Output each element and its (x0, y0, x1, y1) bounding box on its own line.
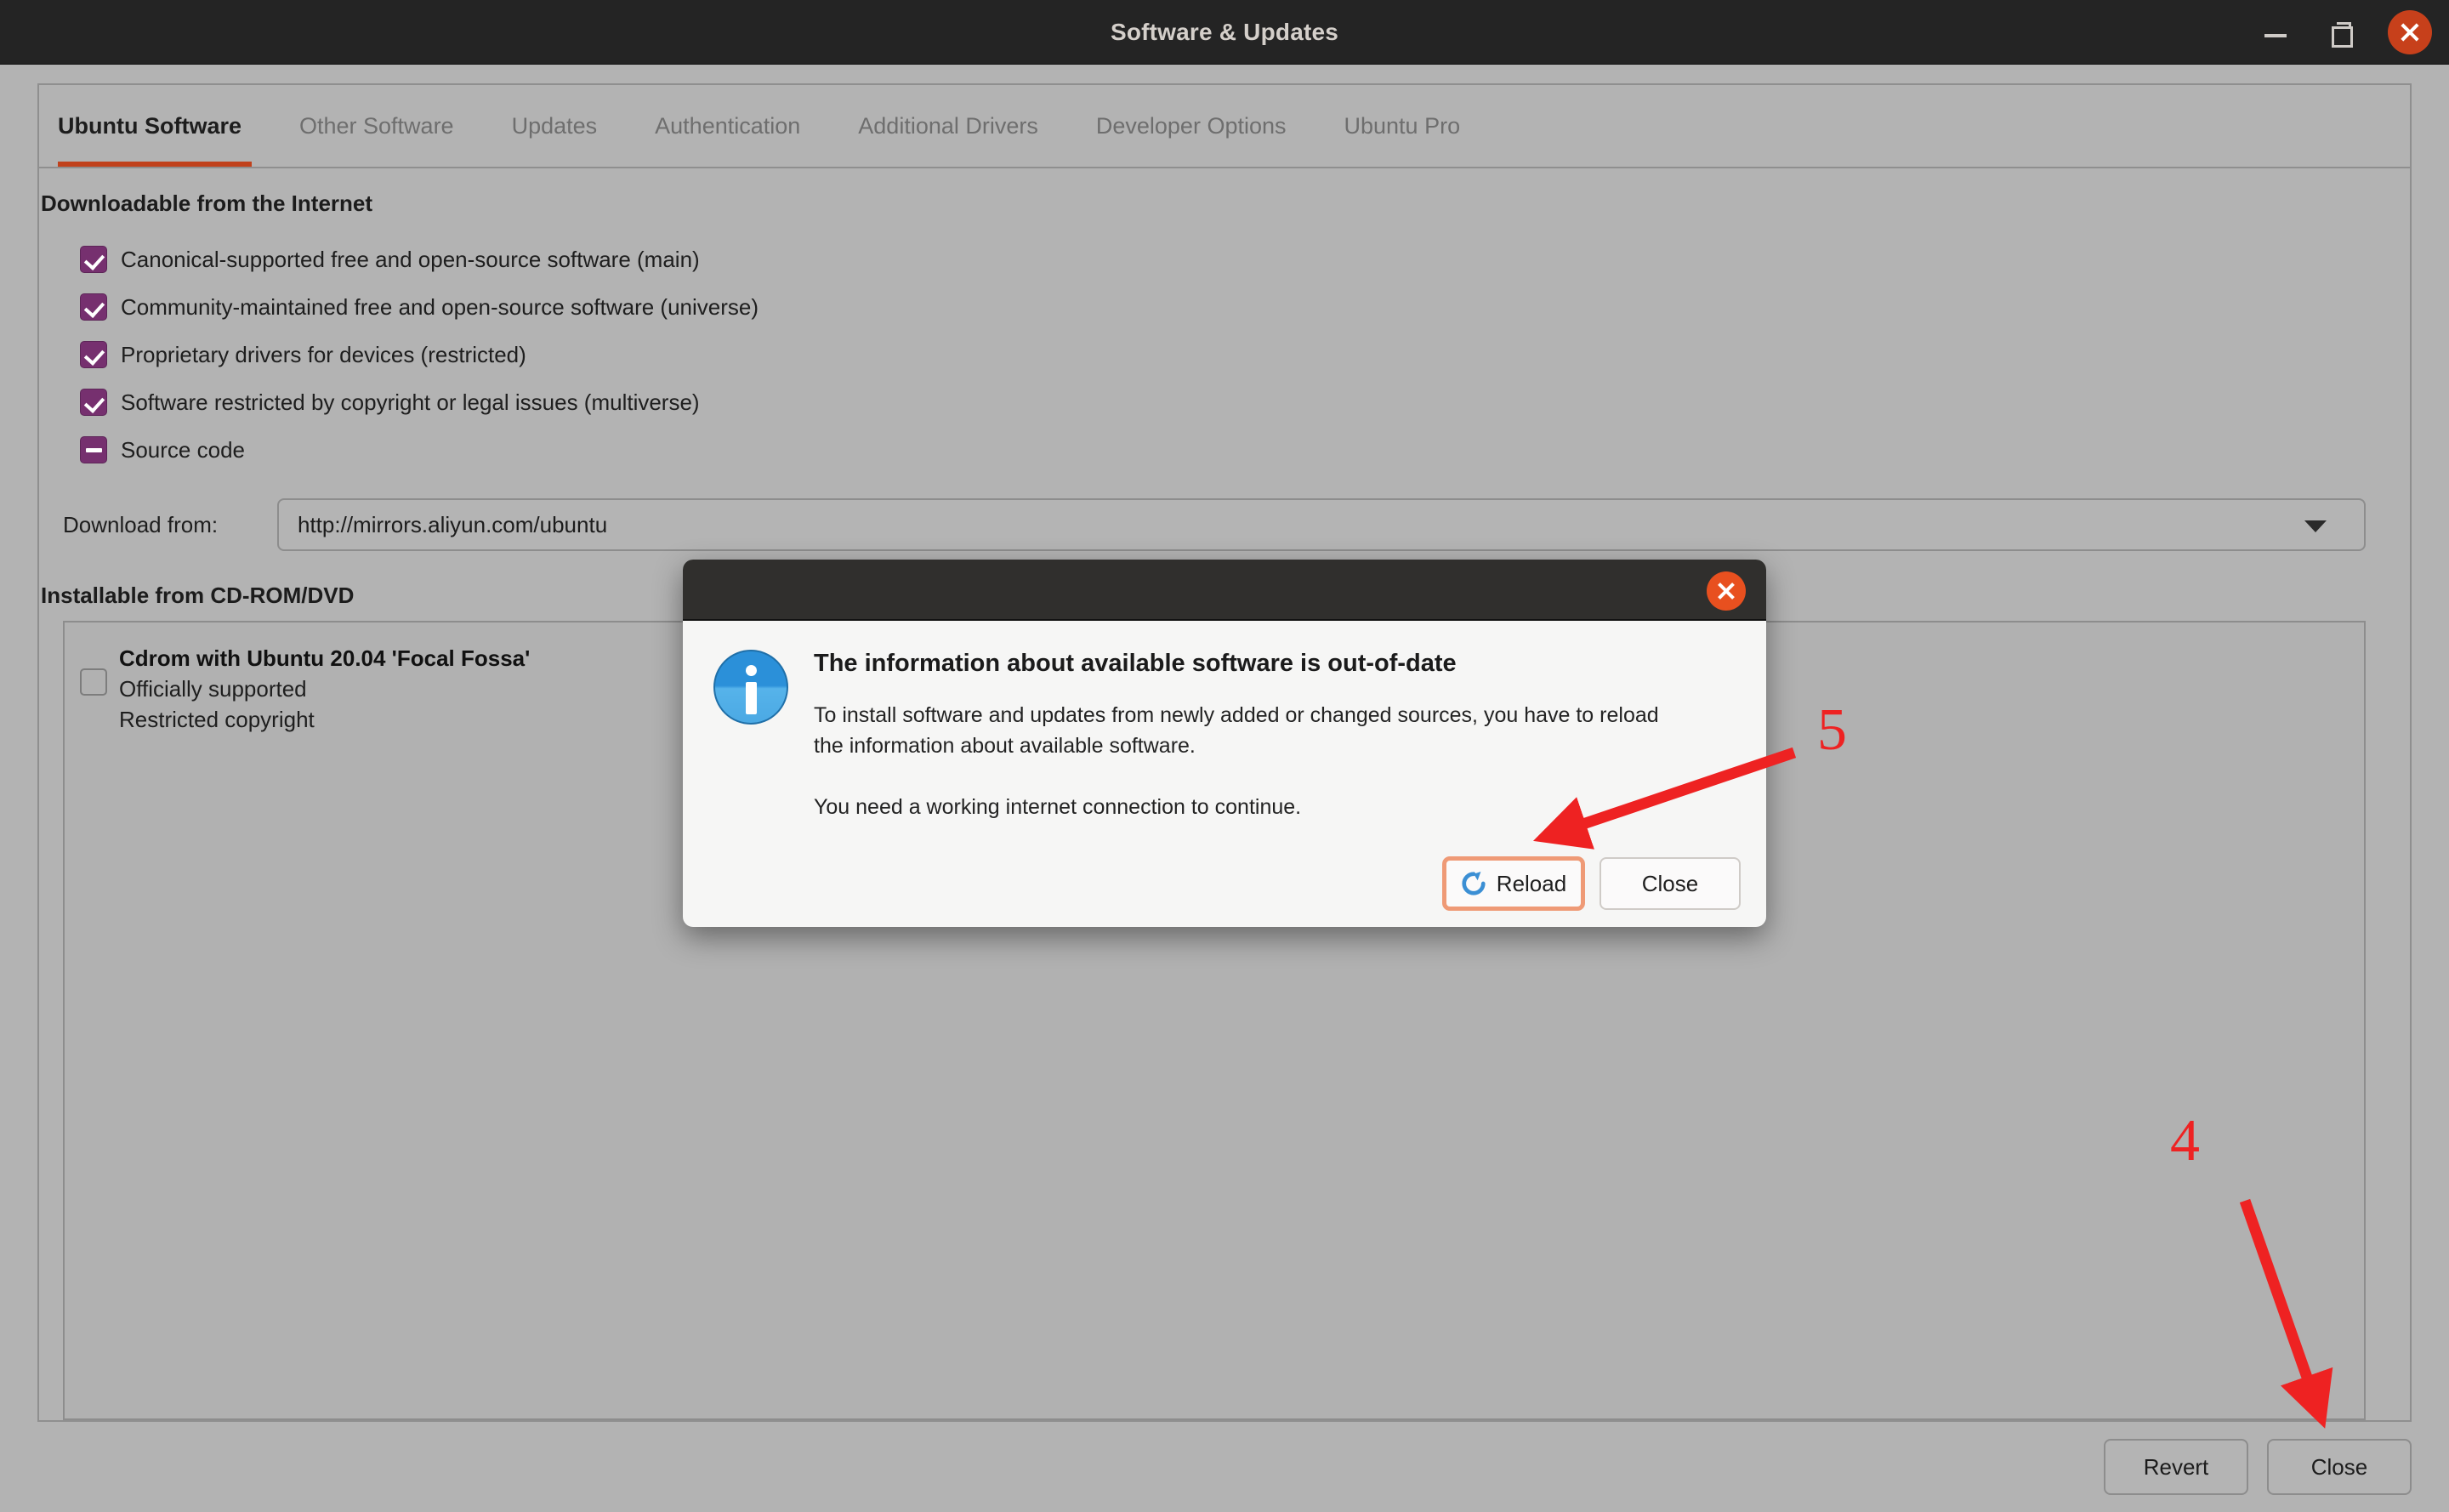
tab-other-software[interactable]: Other Software (270, 85, 483, 167)
cdrom-title: Cdrom with Ubuntu 20.04 'Focal Fossa' (119, 645, 531, 671)
maximize-icon[interactable] (2323, 15, 2357, 49)
tab-label: Ubuntu Software (58, 112, 241, 139)
reload-icon (1462, 871, 1486, 895)
tab-additional-drivers[interactable]: Additional Drivers (829, 85, 1067, 167)
tab-authentication[interactable]: Authentication (626, 85, 829, 167)
action-bar: Revert Close (0, 1422, 2449, 1512)
downloadable-section-title: Downloadable from the Internet (41, 190, 373, 216)
checkbox-label: Software restricted by copyright or lega… (121, 389, 700, 415)
checkbox-row-universe[interactable]: Community-maintained free and open-sourc… (80, 283, 2410, 331)
close-button[interactable]: Close (2267, 1439, 2412, 1495)
checkbox-multiverse[interactable] (80, 389, 107, 416)
info-icon (713, 650, 788, 725)
cdrom-item-text: Cdrom with Ubuntu 20.04 'Focal Fossa' Of… (119, 643, 530, 735)
cdrom-subtitle-1: Officially supported (119, 676, 307, 702)
dialog-actions: Reload Close (1443, 857, 1741, 910)
tab-strip: Ubuntu Software Other Software Updates A… (37, 83, 2412, 168)
minimize-icon[interactable] (2259, 15, 2293, 49)
tab-updates[interactable]: Updates (483, 85, 627, 167)
close-icon[interactable] (2388, 10, 2432, 54)
titlebar: Software & Updates (0, 0, 2449, 65)
tab-label: Authentication (655, 112, 801, 139)
tab-developer-options[interactable]: Developer Options (1067, 85, 1315, 167)
checkbox-restricted[interactable] (80, 341, 107, 368)
download-from-value: http://mirrors.aliyun.com/ubuntu (298, 511, 608, 537)
revert-button[interactable]: Revert (2104, 1439, 2248, 1495)
dialog-paragraph-1: To install software and updates from new… (814, 703, 1659, 758)
tab-ubuntu-software[interactable]: Ubuntu Software (39, 85, 270, 167)
window-controls (2259, 0, 2432, 65)
dialog-reload-label: Reload (1496, 870, 1567, 896)
dialog-close-icon[interactable] (1707, 571, 1746, 611)
out-of-date-dialog: The information about available software… (683, 560, 1766, 927)
tab-label: Additional Drivers (858, 112, 1038, 139)
checkbox-row-main[interactable]: Canonical-supported free and open-source… (80, 236, 2410, 283)
cdrom-subtitle-2: Restricted copyright (119, 707, 315, 732)
tab-label: Updates (511, 112, 598, 139)
checkbox-label: Community-maintained free and open-sourc… (121, 293, 759, 320)
checkbox-cdrom[interactable] (80, 668, 107, 696)
checkbox-label: Proprietary drivers for devices (restric… (121, 341, 526, 367)
download-from-combobox[interactable]: http://mirrors.aliyun.com/ubuntu (277, 498, 2366, 551)
dialog-paragraph-2: You need a working internet connection t… (814, 795, 1302, 819)
checkbox-source-code[interactable] (80, 436, 107, 463)
dialog-close-button[interactable]: Close (1600, 857, 1741, 910)
software-updates-window: Software & Updates Ubuntu Software Other… (0, 0, 2449, 1512)
checkbox-label: Source code (121, 436, 245, 463)
checkbox-row-restricted[interactable]: Proprietary drivers for devices (restric… (80, 331, 2410, 378)
dialog-heading: The information about available software… (814, 650, 1457, 677)
dialog-reload-button[interactable]: Reload (1443, 857, 1584, 910)
tab-label: Ubuntu Pro (1344, 112, 1461, 139)
checkbox-main[interactable] (80, 246, 107, 273)
tab-label: Developer Options (1095, 112, 1287, 139)
info-icon-dot (745, 665, 757, 676)
checkbox-row-multiverse[interactable]: Software restricted by copyright or lega… (80, 378, 2410, 426)
checkbox-universe[interactable] (80, 293, 107, 321)
dialog-titlebar (683, 560, 1766, 621)
checkbox-row-source-code[interactable]: Source code (80, 426, 2410, 474)
source-checkbox-list: Canonical-supported free and open-source… (80, 236, 2410, 474)
download-from-label: Download from: (63, 511, 219, 537)
download-from-row: Download from: http://mirrors.aliyun.com… (63, 497, 2410, 552)
tab-label: Other Software (299, 112, 454, 139)
tab-ubuntu-pro[interactable]: Ubuntu Pro (1315, 85, 1490, 167)
dialog-body: The information about available software… (683, 621, 1766, 927)
info-icon-bar (745, 682, 757, 714)
checkbox-label: Canonical-supported free and open-source… (121, 246, 700, 272)
chevron-down-icon (2304, 520, 2327, 532)
window-title: Software & Updates (1110, 18, 1339, 45)
